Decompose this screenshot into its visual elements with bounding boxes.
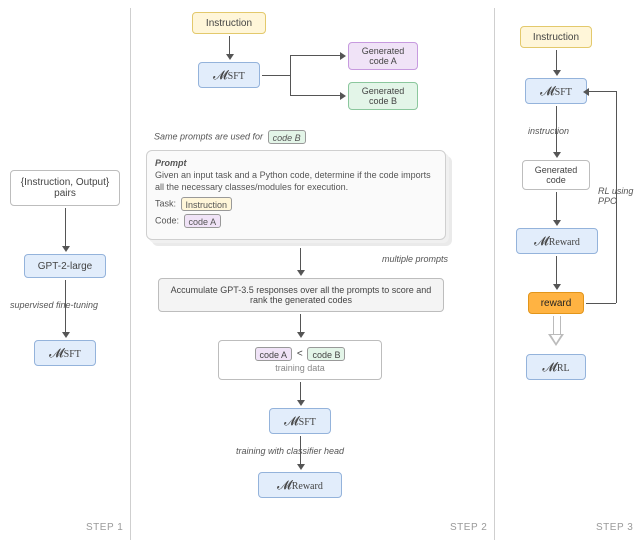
s2-arr-td-down-h bbox=[297, 400, 305, 406]
s3-instruction: Instruction bbox=[520, 26, 592, 48]
s3-msft: 𝓜SFT bbox=[525, 78, 587, 104]
s3-mreward-text: 𝓜Reward bbox=[534, 233, 580, 249]
step-1-label: STEP 1 bbox=[86, 522, 123, 533]
s2-arr-instr bbox=[229, 36, 230, 56]
s3-loop-b3 bbox=[589, 91, 616, 92]
s2-instruction: Instruction bbox=[192, 12, 266, 34]
s2-multiple-prompts: multiple prompts bbox=[382, 254, 448, 264]
s2-codeA-chip: code A bbox=[184, 214, 222, 228]
s2-mreward: 𝓜Reward bbox=[258, 472, 342, 498]
s3-arr1 bbox=[556, 50, 557, 72]
s3-arr4 bbox=[556, 256, 557, 286]
step-3-label: STEP 3 bbox=[596, 522, 633, 533]
s2-training-data-label: training data bbox=[275, 363, 325, 373]
s2-msft-2: 𝓜SFT bbox=[269, 408, 331, 434]
s2-branch-top bbox=[290, 55, 342, 56]
separator-2 bbox=[494, 8, 495, 540]
s1-msft-box: 𝓜SFT bbox=[34, 340, 96, 366]
s2-branch-top-head bbox=[340, 52, 346, 60]
s2-training-data-box: code A < code B training data bbox=[218, 340, 382, 380]
s2-code-label: Code: bbox=[155, 216, 179, 226]
s3-arr1-h bbox=[553, 70, 561, 76]
s2-cmp-codeB: code B bbox=[307, 347, 345, 361]
s2-classifier-edge: training with classifier head bbox=[236, 446, 344, 456]
s2-lt: < bbox=[297, 349, 303, 360]
s2-code-b: Generated code B bbox=[348, 82, 418, 110]
s2-branch-bot-head bbox=[340, 92, 346, 100]
s2-comparison-row: code A < code B bbox=[253, 347, 348, 361]
s2-task-label: Task: bbox=[155, 199, 176, 209]
s2-arr-clf-h bbox=[297, 464, 305, 470]
s2-prompt-title: Prompt bbox=[155, 158, 187, 168]
s2-msft: 𝓜SFT bbox=[198, 62, 260, 88]
s3-msft-text: 𝓜SFT bbox=[540, 83, 572, 99]
s2-arr-accum-down bbox=[300, 314, 301, 334]
s3-arr2-h bbox=[553, 152, 561, 158]
s2-arr-td-down bbox=[300, 382, 301, 402]
s1-arrow-1-head bbox=[62, 246, 70, 252]
s2-accum-box: Accumulate GPT-3.5 responses over all th… bbox=[158, 278, 444, 312]
s1-arrow-1 bbox=[65, 208, 66, 248]
s2-codeB-chip: code B bbox=[268, 130, 306, 144]
s3-loop-head bbox=[583, 88, 589, 96]
s1-msft-text: 𝓜SFT bbox=[49, 345, 81, 361]
s3-hollow-stem bbox=[553, 316, 561, 334]
s3-rl-edge: RL using PPO bbox=[598, 186, 633, 206]
s2-prompt-card: Prompt Given an input task and a Python … bbox=[146, 150, 446, 240]
s1-pairs-box: {Instruction, Output} pairs bbox=[10, 170, 120, 206]
separator-1 bbox=[130, 8, 131, 540]
s2-arr-prompt-down bbox=[300, 248, 301, 272]
s1-sft-edge-label: supervised fine-tuning bbox=[10, 300, 98, 310]
s3-reward: reward bbox=[528, 292, 584, 314]
s3-arr4-h bbox=[553, 284, 561, 290]
s2-arr-accum-down-h bbox=[297, 332, 305, 338]
s3-mrl: 𝓜RL bbox=[526, 354, 586, 380]
s2-branch-bot bbox=[290, 95, 342, 96]
s2-cmp-codeA: code A bbox=[255, 347, 293, 361]
diagram-canvas: STEP 1 STEP 2 STEP 3 {Instruction, Outpu… bbox=[0, 0, 640, 548]
s2-arr-instr-head bbox=[226, 54, 234, 60]
s3-mreward: 𝓜Reward bbox=[516, 228, 598, 254]
s2-mreward-text: 𝓜Reward bbox=[277, 477, 323, 493]
s2-prompt-body: Given an input task and a Python code, d… bbox=[155, 169, 437, 193]
s3-arr3-h bbox=[553, 220, 561, 226]
s2-same-prompts: Same prompts are used for code B bbox=[154, 130, 308, 144]
s3-instruction-edge: instruction bbox=[528, 126, 569, 136]
s2-branch-v bbox=[290, 55, 291, 95]
step-2-label: STEP 2 bbox=[450, 522, 487, 533]
s2-code-a: Generated code A bbox=[348, 42, 418, 70]
s3-gen-code: Generated code bbox=[522, 160, 590, 190]
s1-arrow-2-head bbox=[62, 332, 70, 338]
s3-mrl-text: 𝓜RL bbox=[542, 359, 569, 375]
s3-hollow-arrow bbox=[548, 334, 564, 346]
s2-branch-stem bbox=[262, 75, 290, 76]
s1-gpt2-box: GPT-2-large bbox=[24, 254, 106, 278]
s3-loop-b1 bbox=[586, 303, 616, 304]
s2-msft-text: 𝓜SFT bbox=[213, 67, 245, 83]
s3-arr3 bbox=[556, 192, 557, 222]
s2-same-prompts-text: Same prompts are used for bbox=[154, 131, 263, 141]
s2-instruction-chip: Instruction bbox=[181, 197, 233, 211]
s2-msft-2-text: 𝓜SFT bbox=[284, 413, 316, 429]
s2-arr-prompt-down-h bbox=[297, 270, 305, 276]
